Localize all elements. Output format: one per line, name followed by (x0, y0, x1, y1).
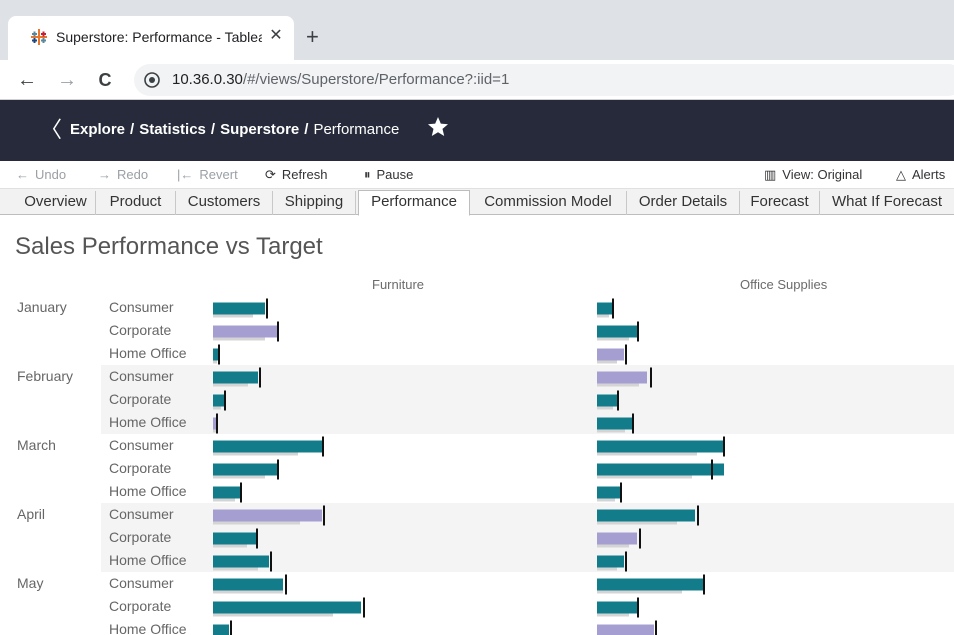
sales-bar[interactable] (213, 348, 218, 361)
target-marker[interactable] (322, 436, 324, 457)
target-marker[interactable] (617, 390, 619, 411)
target-marker[interactable] (639, 528, 641, 549)
target-marker[interactable] (620, 482, 622, 503)
sales-bar[interactable] (213, 578, 283, 591)
sales-bar[interactable] (213, 440, 322, 453)
target-marker[interactable] (259, 367, 261, 388)
sales-bar[interactable] (597, 601, 637, 614)
sales-bar[interactable] (597, 348, 624, 361)
target-marker[interactable] (240, 482, 242, 503)
target-marker[interactable] (218, 344, 220, 365)
target-marker[interactable] (256, 528, 258, 549)
sales-bar[interactable] (213, 302, 265, 315)
sales-bar[interactable] (213, 463, 277, 476)
sales-bar[interactable] (213, 486, 240, 499)
sales-bar[interactable] (597, 532, 637, 545)
bullet-chart (213, 298, 725, 635)
sales-bar[interactable] (213, 532, 256, 545)
target-marker[interactable] (723, 436, 725, 457)
target-marker[interactable] (655, 620, 657, 635)
target-marker[interactable] (711, 459, 713, 480)
target-marker[interactable] (632, 413, 634, 434)
target-marker[interactable] (216, 413, 218, 434)
target-marker[interactable] (612, 298, 614, 319)
target-marker[interactable] (703, 574, 705, 595)
target-marker[interactable] (277, 459, 279, 480)
sales-bar[interactable] (597, 325, 637, 338)
sales-bar[interactable] (597, 578, 705, 591)
target-marker[interactable] (230, 620, 232, 635)
sales-bar[interactable] (597, 463, 724, 476)
sales-bar[interactable] (597, 371, 647, 384)
target-marker[interactable] (637, 321, 639, 342)
target-marker[interactable] (625, 551, 627, 572)
sales-bar[interactable] (213, 624, 229, 635)
sales-bar[interactable] (597, 394, 617, 407)
target-marker[interactable] (224, 390, 226, 411)
target-marker[interactable] (323, 505, 325, 526)
sales-bar[interactable] (597, 302, 612, 315)
sales-bar[interactable] (213, 601, 361, 614)
sales-bar[interactable] (597, 509, 695, 522)
sales-bar[interactable] (597, 486, 620, 499)
target-marker[interactable] (697, 505, 699, 526)
target-marker[interactable] (363, 597, 365, 618)
sales-bar[interactable] (597, 624, 654, 635)
sales-bar[interactable] (597, 440, 725, 453)
target-marker[interactable] (277, 321, 279, 342)
sales-bar[interactable] (213, 509, 322, 522)
target-marker[interactable] (650, 367, 652, 388)
sales-bar[interactable] (213, 555, 269, 568)
target-marker[interactable] (625, 344, 627, 365)
target-marker[interactable] (270, 551, 272, 572)
sales-bar[interactable] (597, 417, 632, 430)
sales-bar[interactable] (213, 394, 224, 407)
sales-bar[interactable] (597, 555, 624, 568)
target-marker[interactable] (266, 298, 268, 319)
sales-bar[interactable] (213, 325, 277, 338)
sales-bar[interactable] (213, 371, 258, 384)
target-marker[interactable] (285, 574, 287, 595)
sales-bar[interactable] (213, 417, 216, 430)
target-marker[interactable] (637, 597, 639, 618)
